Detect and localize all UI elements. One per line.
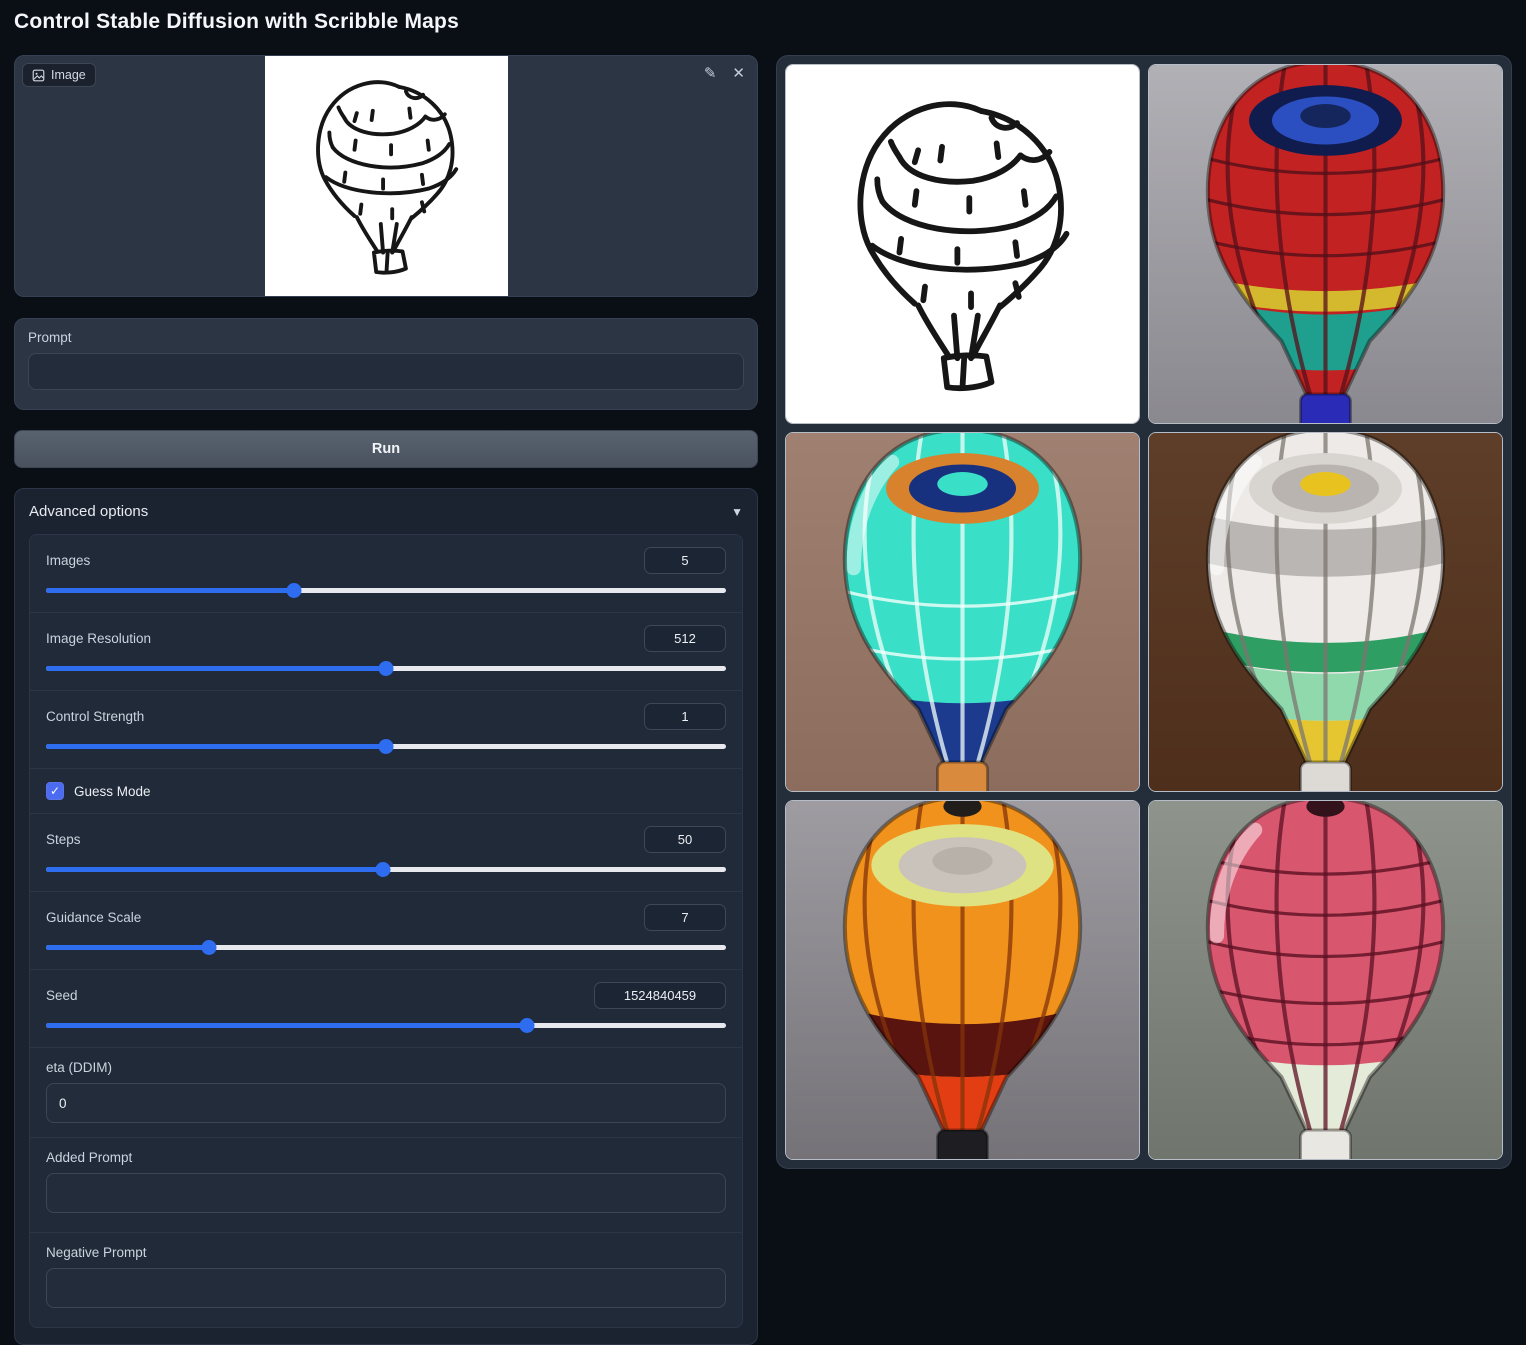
output-gallery — [776, 55, 1512, 1169]
guidance-scale-slider-row: Guidance Scale — [30, 891, 742, 969]
prompt-panel: Prompt — [14, 318, 758, 410]
advanced-options-title: Advanced options — [29, 503, 149, 520]
steps-slider[interactable] — [46, 862, 726, 877]
added-prompt-label: Added Prompt — [46, 1150, 133, 1165]
seed-label: Seed — [46, 988, 78, 1003]
input-image[interactable] — [15, 56, 757, 296]
steps-label: Steps — [46, 832, 81, 847]
guidance-scale-slider[interactable] — [46, 940, 726, 955]
eta-ddim-input[interactable] — [46, 1083, 726, 1123]
gallery-item-balloon-pink[interactable] — [1148, 800, 1503, 1160]
caret-down-icon: ▼ — [731, 504, 743, 519]
gallery-item-balloon-white-green[interactable] — [1148, 432, 1503, 792]
advanced-options-form: Images Image Resolution Control Strength — [29, 534, 743, 1328]
gallery-item-balloon-red[interactable] — [1148, 64, 1503, 424]
images-slider-row: Images — [30, 535, 742, 612]
control-strength-slider[interactable] — [46, 739, 726, 754]
controls-column: Image ✎ ✕ Prompt Run Advanced options ▼ … — [14, 55, 758, 1345]
eta-ddim-row: eta (DDIM) — [30, 1047, 742, 1137]
gallery-item-balloon-teal[interactable] — [785, 432, 1140, 792]
eta-ddim-label: eta (DDIM) — [46, 1060, 113, 1075]
seed-slider[interactable] — [46, 1018, 726, 1033]
guidance-scale-slider-handle[interactable] — [201, 940, 217, 955]
images-number-input[interactable] — [644, 547, 726, 574]
control-strength-label: Control Strength — [46, 709, 145, 724]
image-resolution-slider-handle[interactable] — [378, 661, 394, 676]
clear-image-button[interactable]: ✕ — [730, 64, 747, 83]
guess-mode-checkbox[interactable]: ✓ — [46, 782, 64, 800]
control-strength-slider-handle[interactable] — [378, 739, 394, 754]
seed-number-input[interactable] — [594, 982, 726, 1009]
added-prompt-input[interactable] — [46, 1173, 726, 1213]
control-strength-slider-row: Control Strength — [30, 690, 742, 768]
guess-mode-row: ✓ Guess Mode — [30, 768, 742, 813]
gallery-item-scribble[interactable] — [785, 64, 1140, 424]
image-icon — [32, 69, 45, 81]
seed-slider-handle[interactable] — [519, 1018, 535, 1033]
page-title: Control Stable Diffusion with Scribble M… — [14, 10, 459, 33]
gallery-item-balloon-orange[interactable] — [785, 800, 1140, 1160]
images-slider[interactable] — [46, 583, 726, 598]
negative-prompt-row: Negative Prompt — [30, 1232, 742, 1327]
guess-mode-label: Guess Mode — [74, 783, 151, 799]
image-resolution-slider[interactable] — [46, 661, 726, 676]
edit-image-button[interactable]: ✎ — [702, 64, 719, 83]
steps-slider-row: Steps — [30, 813, 742, 891]
added-prompt-row: Added Prompt — [30, 1137, 742, 1232]
images-label: Images — [46, 553, 91, 568]
prompt-label: Prompt — [28, 330, 72, 345]
advanced-options-panel: Advanced options ▼ Images Image Resoluti… — [14, 488, 758, 1345]
prompt-input[interactable] — [28, 353, 744, 390]
negative-prompt-input[interactable] — [46, 1268, 726, 1308]
image-resolution-label: Image Resolution — [46, 631, 152, 646]
control-strength-number-input[interactable] — [644, 703, 726, 730]
image-label: Image — [51, 68, 86, 82]
image-label-chip: Image — [22, 63, 96, 87]
image-input-panel: Image ✎ ✕ — [14, 55, 758, 297]
image-resolution-slider-row: Image Resolution — [30, 612, 742, 690]
guidance-scale-number-input[interactable] — [644, 904, 726, 931]
seed-slider-row: Seed — [30, 969, 742, 1047]
guidance-scale-label: Guidance Scale — [46, 910, 142, 925]
steps-number-input[interactable] — [644, 826, 726, 853]
image-resolution-number-input[interactable] — [644, 625, 726, 652]
run-button[interactable]: Run — [14, 430, 758, 468]
images-slider-handle[interactable] — [286, 583, 302, 598]
advanced-options-header[interactable]: Advanced options ▼ — [15, 489, 757, 532]
steps-slider-handle[interactable] — [375, 862, 391, 877]
negative-prompt-label: Negative Prompt — [46, 1245, 147, 1260]
